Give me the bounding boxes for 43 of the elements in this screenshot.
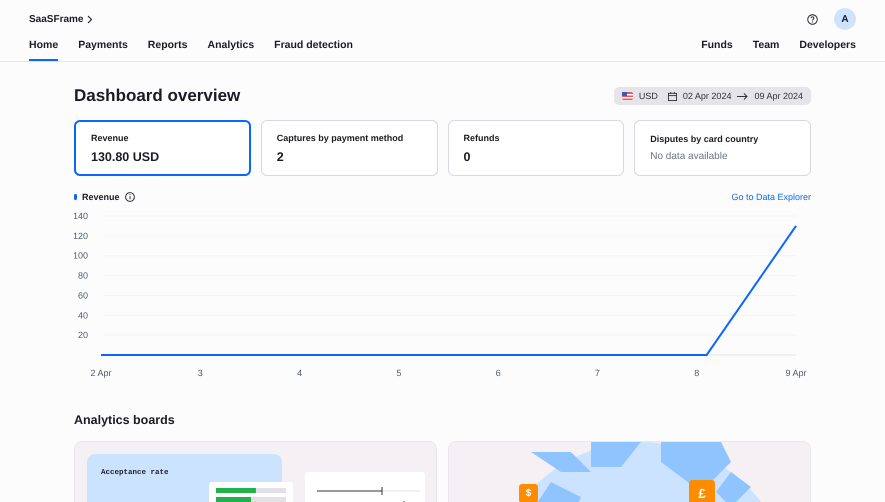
page-title: Dashboard overview (74, 86, 240, 106)
legend-swatch (74, 194, 77, 200)
y-axis-label: 40 (78, 310, 88, 320)
chevron-right-icon (87, 14, 94, 24)
data-explorer-link[interactable]: Go to Data Explorer (731, 192, 811, 202)
flag-icon (622, 92, 633, 100)
x-axis-label: 8 (694, 368, 700, 378)
metric-card[interactable]: Disputes by card country No data available (634, 120, 811, 176)
x-axis-label: 6 (496, 368, 501, 378)
arrow-right-icon (737, 92, 748, 100)
x-axis-label: 9 Apr (786, 368, 806, 378)
section-title: Analytics boards (74, 413, 176, 427)
nav-tab[interactable]: Developers (799, 35, 856, 61)
user-avatar[interactable]: A (834, 8, 856, 30)
y-axis-label: 120 (74, 230, 88, 241)
legend-label: Revenue (82, 192, 120, 202)
metric-card[interactable]: Refunds 0 (448, 120, 624, 176)
x-axis-label: 5 (396, 368, 402, 378)
nav-tab[interactable]: Team (752, 35, 780, 61)
y-axis-label: 60 (78, 290, 88, 300)
y-axis-label: 140 (74, 211, 88, 221)
currency-badge: £ (689, 480, 715, 502)
brand-breadcrumb[interactable]: SaaSFrame (29, 14, 94, 24)
calendar-icon (668, 92, 677, 100)
y-axis-label: 20 (78, 330, 88, 340)
info-icon[interactable] (124, 192, 135, 202)
x-axis-label: 4 (297, 368, 302, 378)
help-icon[interactable] (807, 14, 818, 24)
currency-badge: $ (519, 484, 538, 502)
y-axis-label: 100 (74, 250, 88, 261)
x-axis-label: 3 (198, 368, 203, 378)
nav-tab[interactable]: Home (29, 35, 58, 61)
metric-card[interactable]: Revenue 130.80 USD (74, 120, 251, 176)
y-axis-label: 80 (78, 270, 88, 281)
nav-tab[interactable]: Payments (78, 35, 128, 61)
nav-tab[interactable]: Reports (148, 35, 188, 61)
nav-tab[interactable]: Funds (701, 35, 733, 61)
metric-card[interactable]: Captures by payment method 2 (260, 120, 438, 176)
x-axis-label: 2 Apr (90, 368, 112, 378)
x-axis-label: 7 (594, 368, 600, 378)
date-range-filter[interactable]: USD 02 Apr 2024 09 Apr 2024 (614, 87, 811, 105)
nav-tab[interactable]: Fraud detection (274, 35, 353, 61)
nav-tab[interactable]: Analytics (207, 35, 254, 61)
